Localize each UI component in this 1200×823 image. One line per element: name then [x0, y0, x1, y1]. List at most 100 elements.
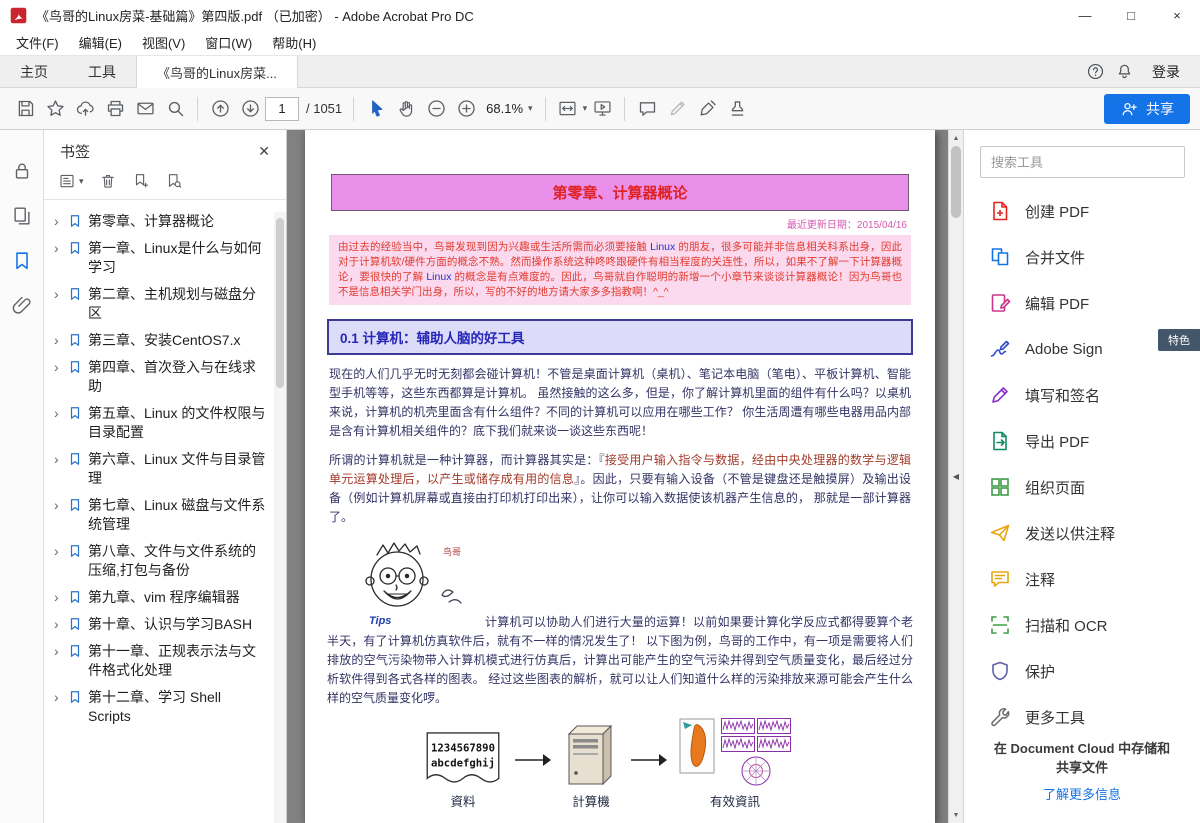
tool-item[interactable]: 保护 — [964, 648, 1200, 694]
tool-item[interactable]: 创建 PDF — [964, 188, 1200, 234]
find-button[interactable] — [160, 94, 190, 124]
bookmark-label[interactable]: 第零章、计算器概论 — [88, 212, 266, 231]
chevron-right-icon[interactable]: › — [54, 496, 66, 515]
bookmark-item[interactable]: › 第二章、主机规划与磁盘分区 — [54, 281, 266, 327]
bookmark-label[interactable]: 第十章、认识与学习BASH — [88, 615, 266, 634]
close-panel-icon[interactable]: ✕ — [254, 143, 274, 160]
fit-width-button[interactable] — [553, 94, 583, 124]
stamp-button[interactable] — [722, 94, 752, 124]
bookmark-label[interactable]: 第八章、文件与文件系统的压缩,打包与备份 — [88, 542, 266, 580]
hand-tool-button[interactable] — [391, 94, 421, 124]
tool-item[interactable]: 编辑 PDF — [964, 280, 1200, 326]
menu-item-0[interactable]: 文件(F) — [6, 30, 69, 55]
chevron-right-icon[interactable]: › — [54, 331, 66, 350]
search-tools-input[interactable] — [980, 146, 1185, 178]
bookmark-label[interactable]: 第九章、vim 程序编辑器 — [88, 588, 266, 607]
tool-item[interactable]: 注释 — [964, 556, 1200, 602]
chevron-right-icon[interactable]: › — [54, 588, 66, 607]
attachments-paperclip-icon[interactable] — [11, 295, 33, 317]
tool-item[interactable]: 组织页面 — [964, 464, 1200, 510]
sign-in-button[interactable]: 登录 — [1144, 62, 1188, 82]
chevron-right-icon[interactable]: › — [54, 542, 66, 561]
bookmark-item[interactable]: › 第一章、Linux是什么与如何学习 — [54, 235, 266, 281]
bookmark-item[interactable]: › 第六章、Linux 文件与目录管理 — [54, 446, 266, 492]
bookmark-item[interactable]: › 第四章、首次登入与在线求助 — [54, 354, 266, 400]
tool-item[interactable]: 合并文件 — [964, 234, 1200, 280]
bookmark-item[interactable]: › 第三章、安装CentOS7.x — [54, 327, 266, 354]
bookmark-item[interactable]: › 第八章、文件与文件系统的压缩,打包与备份 — [54, 538, 266, 584]
menu-item-1[interactable]: 编辑(E) — [69, 30, 132, 55]
bookmark-item[interactable]: › 第五章、Linux 的文件权限与目录配置 — [54, 400, 266, 446]
scroll-down-arrow-icon[interactable]: ▼ — [949, 808, 963, 822]
bookmark-label[interactable]: 第六章、Linux 文件与目录管理 — [88, 450, 266, 488]
tool-item[interactable]: 导出 PDF — [964, 418, 1200, 464]
bookmark-item[interactable]: › 第十二章、学习 Shell Scripts — [54, 684, 266, 730]
bookmark-label[interactable]: 第四章、首次登入与在线求助 — [88, 358, 266, 396]
bookmark-label[interactable]: 第三章、安装CentOS7.x — [88, 331, 266, 350]
bookmark-options-button[interactable]: ▾ — [58, 172, 84, 190]
tab-home[interactable]: 主页 — [0, 56, 68, 87]
chevron-right-icon[interactable]: › — [54, 450, 66, 469]
bookmark-label[interactable]: 第一章、Linux是什么与如何学习 — [88, 239, 266, 277]
share-button[interactable]: 共享 — [1104, 94, 1190, 124]
scrollbar-thumb[interactable] — [276, 218, 284, 388]
page-thumbnails-icon[interactable] — [11, 205, 33, 227]
tool-item[interactable]: Adobe Sign 特色 — [964, 326, 1200, 372]
zoom-level-dropdown[interactable]: 68.1%▾ — [481, 101, 537, 116]
chevron-right-icon[interactable]: › — [54, 239, 66, 258]
tool-item[interactable]: 发送以供注释 — [964, 510, 1200, 556]
chevron-right-icon[interactable]: › — [54, 212, 66, 231]
bookmark-item[interactable]: › 第十章、认识与学习BASH — [54, 611, 266, 638]
chevron-right-icon[interactable]: › — [54, 285, 66, 304]
maximize-button[interactable]: □ — [1108, 0, 1154, 30]
help-icon[interactable] — [1086, 62, 1105, 81]
collapse-panel-icon[interactable]: ◀ — [949, 464, 963, 490]
tab-tools[interactable]: 工具 — [68, 56, 136, 87]
save-button[interactable] — [10, 94, 40, 124]
tab-document[interactable]: 《鸟哥的Linux房菜... — [136, 56, 298, 88]
bookmark-item[interactable]: › 第十一章、正规表示法与文件格式化处理 — [54, 638, 266, 684]
scroll-up-arrow-icon[interactable]: ▲ — [949, 131, 963, 145]
previous-page-button[interactable] — [205, 94, 235, 124]
bookmarks-scrollbar[interactable] — [274, 212, 286, 823]
scrollbar-thumb[interactable] — [951, 146, 961, 218]
security-lock-icon[interactable] — [11, 160, 33, 182]
zoom-out-button[interactable] — [421, 94, 451, 124]
star-button[interactable] — [40, 94, 70, 124]
chevron-right-icon[interactable]: › — [54, 615, 66, 634]
menu-item-3[interactable]: 窗口(W) — [195, 30, 262, 55]
sign-button[interactable] — [692, 94, 722, 124]
bookmark-item[interactable]: › 第九章、vim 程序编辑器 — [54, 584, 266, 611]
delete-bookmark-icon[interactable] — [99, 172, 117, 190]
tool-item[interactable]: 扫描和 OCR — [964, 602, 1200, 648]
close-button[interactable]: × — [1154, 0, 1200, 30]
bookmark-item[interactable]: › 第零章、计算器概论 — [54, 208, 266, 235]
bookmark-label[interactable]: 第十二章、学习 Shell Scripts — [88, 688, 266, 726]
next-page-button[interactable] — [235, 94, 265, 124]
bookmark-label[interactable]: 第七章、Linux 磁盘与文件系统管理 — [88, 496, 266, 534]
chevron-right-icon[interactable]: › — [54, 404, 66, 423]
bookmarks-panel-icon[interactable] — [11, 250, 33, 272]
zoom-in-button[interactable] — [451, 94, 481, 124]
tool-item[interactable]: 填写和签名 — [964, 372, 1200, 418]
bookmark-label[interactable]: 第五章、Linux 的文件权限与目录配置 — [88, 404, 266, 442]
learn-more-link[interactable]: 了解更多信息 — [988, 785, 1176, 804]
pencil-button[interactable] — [662, 94, 692, 124]
bookmark-label[interactable]: 第二章、主机规划与磁盘分区 — [88, 285, 266, 323]
bookmark-label[interactable]: 第十一章、正规表示法与文件格式化处理 — [88, 642, 266, 680]
comment-button[interactable] — [632, 94, 662, 124]
chevron-right-icon[interactable]: › — [54, 642, 66, 661]
chevron-right-icon[interactable]: › — [54, 688, 66, 707]
find-bookmark-icon[interactable] — [165, 172, 183, 190]
minimize-button[interactable]: — — [1062, 0, 1108, 30]
chevron-right-icon[interactable]: › — [54, 358, 66, 377]
document-scrollbar[interactable]: ▲ ◀ ▼ — [948, 130, 963, 823]
menu-item-2[interactable]: 视图(V) — [132, 30, 195, 55]
menu-item-4[interactable]: 帮助(H) — [262, 30, 326, 55]
notifications-bell-icon[interactable] — [1115, 62, 1134, 81]
select-tool-button[interactable] — [361, 94, 391, 124]
upload-cloud-button[interactable] — [70, 94, 100, 124]
page-number-input[interactable] — [265, 97, 299, 121]
email-button[interactable] — [130, 94, 160, 124]
new-bookmark-icon[interactable] — [132, 172, 150, 190]
